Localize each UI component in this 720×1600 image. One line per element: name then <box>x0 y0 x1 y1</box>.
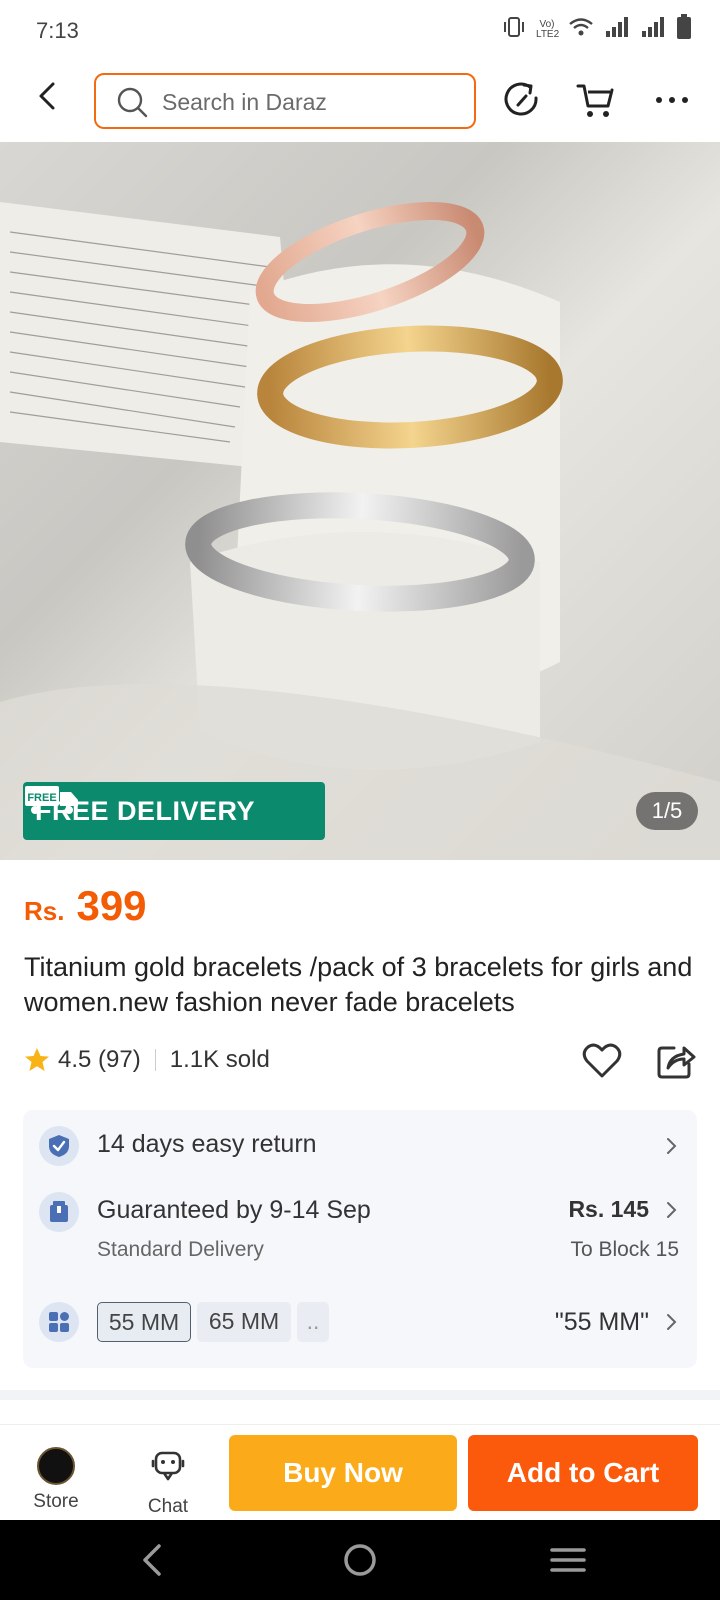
chevron-right-icon <box>667 1202 677 1218</box>
search-placeholder: Search in Daraz <box>162 89 327 115</box>
selected-variant: "55 MM" <box>554 1308 649 1336</box>
cart-icon <box>576 84 614 117</box>
network-label: Vo) LTE2 <box>536 18 560 40</box>
history-button[interactable] <box>500 78 544 122</box>
price-value: 399 <box>76 882 147 929</box>
rating-row: 4.5 (97) 1.1K sold <box>24 1040 704 1080</box>
variant-more[interactable]: .. <box>297 1302 329 1342</box>
svg-text:FREE: FREE <box>27 792 56 804</box>
store-label: Store <box>33 1491 79 1512</box>
status-time: 7:13 <box>36 18 79 43</box>
free-delivery-badge: FREE FREE DELIVERY <box>23 782 325 840</box>
search-icon <box>116 86 148 118</box>
back-arrow-icon <box>39 82 55 110</box>
product-image-gallery[interactable]: FREE FREE DELIVERY 1/5 <box>0 142 720 860</box>
search-input[interactable]: Search in Daraz <box>94 73 476 129</box>
return-policy-row[interactable]: 14 days easy return <box>23 1110 697 1182</box>
buy-now-button[interactable]: Buy Now <box>229 1435 457 1511</box>
nav-home-button[interactable] <box>340 1540 380 1580</box>
package-icon <box>50 1201 68 1222</box>
nav-recents-button[interactable] <box>548 1540 588 1580</box>
delivery-icon-wrap <box>39 1192 79 1232</box>
share-button[interactable] <box>654 1038 698 1082</box>
signal-icon <box>604 16 630 43</box>
refresh-icon <box>504 82 538 116</box>
return-icon-wrap <box>39 1126 79 1166</box>
chat-label: Chat <box>147 1496 189 1517</box>
add-to-cart-button[interactable]: Add to Cart <box>468 1435 698 1511</box>
bottom-action-bar: Store Chat Buy Now Add to Cart <box>0 1424 720 1520</box>
star-icon <box>25 1048 49 1071</box>
shield-check-icon <box>49 1135 69 1157</box>
grid-icon <box>49 1312 69 1332</box>
nav-menu-icon <box>550 1548 586 1572</box>
sold-count: 1.1K sold <box>169 1046 270 1073</box>
delivery-truck-icon: FREE <box>25 786 78 814</box>
delivery-row[interactable]: Guaranteed by 9-14 Sep Standard Delivery… <box>23 1182 697 1276</box>
service-info-card: 14 days easy return Guaranteed by 9-14 S… <box>23 1110 697 1368</box>
chevron-right-icon <box>667 1314 677 1330</box>
delivery-location: To Block 15 <box>570 1238 679 1261</box>
store-button[interactable]: Store <box>26 1447 86 1519</box>
rating-value[interactable]: 4.5 (97) <box>58 1046 141 1074</box>
wishlist-button[interactable] <box>580 1038 624 1082</box>
image-counter: 1/5 <box>636 792 698 830</box>
chat-bot-icon <box>151 1451 185 1481</box>
chevron-right-icon <box>667 1138 677 1154</box>
nav-back-button[interactable] <box>134 1540 174 1580</box>
delivery-price: Rs. 145 <box>568 1196 649 1222</box>
nav-back-icon <box>143 1544 161 1576</box>
signal-2-icon <box>640 16 666 43</box>
product-title: Titanium gold bracelets /pack of 3 brace… <box>24 952 693 1017</box>
return-policy-text: 14 days easy return <box>97 1130 317 1158</box>
product-price: Rs. 399 <box>24 882 147 930</box>
share-icon <box>657 1046 696 1079</box>
delivery-type-text: Standard Delivery <box>97 1238 264 1261</box>
vibrate-icon <box>502 16 526 43</box>
status-bar: 7:13 Vo) LTE2 <box>0 0 720 60</box>
delivery-guarantee-text: Guaranteed by 9-14 Sep <box>97 1196 371 1224</box>
variant-option[interactable]: 55 MM <box>97 1302 191 1342</box>
top-header: Search in Daraz <box>0 62 720 142</box>
status-icons: Vo) LTE2 <box>502 14 692 45</box>
variant-option[interactable]: 65 MM <box>197 1302 291 1342</box>
more-button[interactable] <box>650 78 694 122</box>
back-button[interactable] <box>30 78 66 114</box>
bracelets-photo <box>0 201 720 860</box>
rating-divider <box>154 1049 156 1071</box>
store-avatar <box>37 1447 75 1485</box>
section-divider <box>0 1390 720 1400</box>
system-nav-bar <box>0 1520 720 1600</box>
battery-icon <box>676 14 692 45</box>
variant-icon-wrap <box>39 1302 79 1342</box>
more-dots-icon <box>656 97 688 103</box>
chat-button[interactable]: Chat <box>138 1447 198 1519</box>
heart-icon <box>582 1043 622 1078</box>
cart-button[interactable] <box>574 78 618 122</box>
wifi-icon <box>568 16 594 43</box>
price-currency: Rs. <box>24 896 65 926</box>
variant-options: 55 MM 65 MM .. <box>97 1302 397 1342</box>
variant-row[interactable]: 55 MM 65 MM .. "55 MM" <box>23 1282 697 1362</box>
nav-home-icon <box>344 1544 376 1576</box>
